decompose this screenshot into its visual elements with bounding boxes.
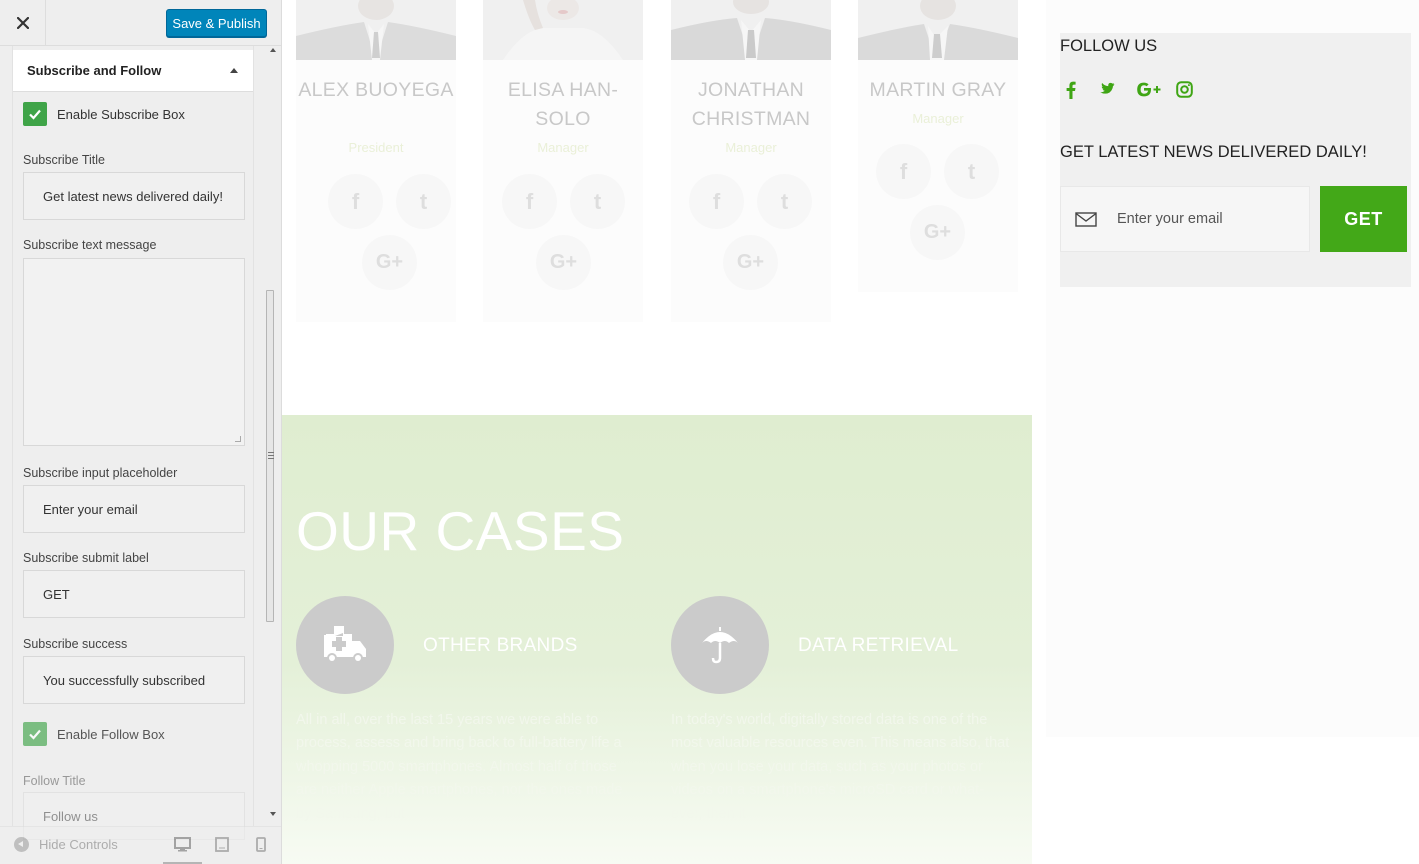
collapse-caret-icon[interactable]: [230, 68, 238, 73]
subscribe-submit-label: Subscribe submit label: [23, 551, 149, 565]
facebook-icon[interactable]: [1066, 81, 1076, 104]
scroll-down-arrow-icon[interactable]: [270, 812, 276, 816]
subscribe-placeholder-label: Subscribe input placeholder: [23, 466, 178, 480]
facebook-icon[interactable]: f: [689, 174, 744, 229]
google-plus-icon[interactable]: G+: [536, 235, 591, 290]
tablet-icon: [215, 837, 229, 852]
twitter-icon[interactable]: t: [944, 144, 999, 199]
email-field[interactable]: [1060, 186, 1310, 252]
section-header[interactable]: Subscribe and Follow: [13, 50, 253, 92]
team-photo: [671, 0, 831, 60]
mobile-icon: [256, 837, 266, 852]
subscribe-submit-button[interactable]: GET: [1320, 186, 1407, 252]
close-icon: [16, 17, 29, 29]
facebook-icon[interactable]: f: [502, 174, 557, 229]
case-title: DATA RETRIEVAL: [798, 635, 959, 656]
team-member-role: Manager: [537, 140, 589, 155]
our-cases-section: OUR CASES OTHER BRANDS All in all, over …: [282, 415, 1032, 864]
umbrella-icon: [671, 596, 769, 694]
enable-subscribe-label: Enable Subscribe Box: [57, 106, 185, 122]
subscribe-success-input[interactable]: You successfully subscribed: [23, 656, 245, 704]
customizer-header: Save & Publish: [0, 0, 281, 46]
scroll-up-arrow-icon[interactable]: [270, 48, 276, 52]
subscribe-follow-panel: Subscribe and Follow Enable Subscribe Bo…: [12, 46, 254, 840]
customizer-footer: Hide Controls: [0, 826, 281, 864]
subscribe-text-label: Subscribe text message: [23, 238, 157, 252]
instagram-icon[interactable]: [1176, 81, 1193, 103]
cases-title: OUR CASES: [296, 500, 625, 562]
envelope-icon: [1075, 211, 1097, 227]
follow-title: FOLLOW US: [1060, 37, 1158, 55]
checkmark-icon: [29, 729, 41, 740]
enable-subscribe-checkbox[interactable]: [23, 102, 47, 126]
team-photo: [296, 0, 456, 60]
collapse-arrow-icon: [14, 837, 29, 852]
team-photo: [483, 0, 643, 60]
team-member-role: President: [348, 140, 404, 155]
case-title: OTHER BRANDS: [423, 635, 578, 656]
resize-grip-icon[interactable]: [235, 436, 241, 442]
twitter-icon[interactable]: t: [396, 174, 451, 229]
google-plus-icon[interactable]: G+: [723, 235, 778, 290]
site-preview: ALEX BUOYEGA President f t G+ ELISA HAN-…: [282, 0, 1419, 864]
enable-follow-label: Enable Follow Box: [57, 726, 165, 742]
subscribe-success-label: Subscribe success: [23, 637, 128, 651]
person-photo-icon: [858, 0, 1018, 60]
team-card: ALEX BUOYEGA President f t G+: [296, 0, 456, 322]
subscribe-submit-input[interactable]: GET: [23, 570, 245, 618]
subscribe-follow-widget: FOLLOW US GET LATEST NEWS DELIVERED DAIL…: [1060, 33, 1411, 287]
team-member-role: Manager: [912, 111, 964, 126]
email-input[interactable]: [1117, 211, 1297, 227]
customizer-sidebar: Save & Publish Subscribe and Follow Enab…: [0, 0, 282, 864]
enable-follow-row: Enable Follow Box: [23, 722, 165, 746]
subscribe-placeholder-input[interactable]: Enter your email: [23, 485, 245, 533]
team-card: JONATHAN CHRISTMAN Manager f t G+: [671, 0, 831, 322]
close-customizer-button[interactable]: [0, 0, 46, 46]
desktop-icon: [174, 837, 191, 852]
twitter-icon[interactable]: t: [757, 174, 812, 229]
team-member-name: MARTIN GRAY: [869, 79, 1007, 101]
save-publish-button[interactable]: Save & Publish: [166, 9, 267, 37]
tablet-preview-button[interactable]: [215, 837, 229, 852]
team-card: MARTIN GRAY Manager f t G+: [858, 0, 1018, 292]
person-photo-icon: [671, 0, 831, 60]
google-plus-icon[interactable]: G+: [910, 205, 965, 260]
subscribe-text-textarea[interactable]: [23, 258, 245, 446]
mobile-preview-button[interactable]: [256, 837, 266, 852]
team-card: ELISA HAN-SOLO Manager f t G+: [483, 0, 643, 322]
team-member-name: JONATHAN CHRISTMAN: [691, 79, 811, 130]
facebook-icon[interactable]: f: [328, 174, 383, 229]
section-title: Subscribe and Follow: [27, 63, 162, 78]
team-member-role: Manager: [725, 140, 777, 155]
scrollbar-grip-icon: [268, 452, 274, 460]
hide-controls-label: Hide Controls: [39, 837, 118, 852]
case-description: All in all, over the last 15 years we we…: [296, 712, 623, 822]
twitter-icon[interactable]: [1099, 81, 1117, 102]
ambulance-icon: [296, 596, 394, 694]
team-photo: [858, 0, 1018, 60]
subscribe-title-label: Subscribe Title: [23, 153, 105, 167]
subscribe-title-input[interactable]: Get latest news delivered daily!: [23, 172, 245, 220]
enable-subscribe-row: Enable Subscribe Box: [23, 102, 185, 126]
google-plus-icon[interactable]: [1136, 81, 1162, 103]
checkmark-icon: [29, 109, 41, 120]
person-photo-icon: [296, 0, 456, 60]
team-member-name: ELISA HAN-SOLO: [507, 79, 619, 130]
enable-follow-checkbox[interactable]: [23, 722, 47, 746]
person-photo-icon: [503, 0, 623, 60]
facebook-icon[interactable]: f: [876, 144, 931, 199]
follow-title-label: Follow Title: [23, 774, 86, 788]
team-member-name: ALEX BUOYEGA: [298, 79, 454, 101]
twitter-icon[interactable]: t: [570, 174, 625, 229]
google-plus-icon[interactable]: G+: [362, 235, 417, 290]
case-description: In today's world, digitally stored data …: [671, 712, 1010, 822]
desktop-preview-button[interactable]: [174, 837, 191, 852]
right-sidebar: FOLLOW US GET LATEST NEWS DELIVERED DAIL…: [1046, 0, 1419, 737]
hide-controls-button[interactable]: Hide Controls: [14, 837, 118, 852]
news-title: GET LATEST NEWS DELIVERED DAILY!: [1060, 143, 1367, 161]
